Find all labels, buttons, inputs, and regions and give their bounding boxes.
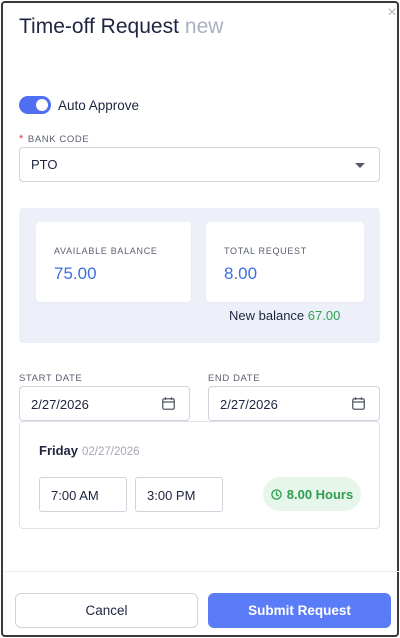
bank-code-value: PTO — [31, 157, 58, 172]
hours-value: 8.00 Hours — [286, 486, 354, 502]
new-balance-value: 67.00 — [307, 308, 341, 323]
dialog-title-text: Time-off Request — [19, 15, 179, 38]
dialog-title: Time-off Request new — [19, 15, 223, 45]
hours-badge: 8.00 Hours — [263, 477, 361, 511]
end-date-value: 2/27/2026 — [220, 397, 278, 412]
end-time-input[interactable]: 3:00 PM — [135, 477, 223, 512]
clock-icon — [271, 488, 282, 500]
total-request-value: 8.00 — [224, 264, 258, 283]
available-balance-card: AVAILABLE BALANCE 75.00 — [36, 222, 191, 302]
auto-approve-row: Auto Approve — [19, 95, 139, 115]
day-name: Friday — [39, 443, 79, 458]
day-title: Friday 02/27/2026 — [39, 443, 140, 458]
submit-request-button[interactable]: Submit Request — [208, 593, 391, 628]
total-request-label: TOTAL REQUEST — [224, 246, 307, 256]
required-marker: * — [19, 133, 24, 145]
available-balance-value: 75.00 — [54, 264, 97, 283]
end-time-value: 3:00 PM — [147, 488, 196, 503]
end-date-label: END DATE — [208, 373, 261, 384]
bank-code-label-text: BANK CODE — [27, 134, 90, 145]
start-date-value: 2/27/2026 — [31, 397, 89, 412]
available-balance-label: AVAILABLE BALANCE — [54, 246, 158, 256]
bank-code-select[interactable]: PTO — [19, 147, 380, 182]
chevron-down-icon — [355, 163, 365, 168]
balance-panel: AVAILABLE BALANCE 75.00 TOTAL REQUEST 8.… — [19, 208, 380, 343]
total-request-card: TOTAL REQUEST 8.00 — [206, 222, 364, 302]
toggle-knob — [36, 99, 48, 111]
time-off-dialog: × Time-off Request new Auto Approve * BANK… — [1, 1, 399, 637]
start-time-input[interactable]: 7:00 AM — [39, 477, 127, 512]
bank-code-label: * BANK CODE — [19, 133, 89, 145]
new-balance: New balance 67.00 — [229, 308, 340, 323]
start-date-label: START DATE — [19, 373, 83, 384]
day-date: 02/27/2026 — [82, 446, 140, 458]
day-entry-card: Friday 02/27/2026 7:00 AM 3:00 PM 8.00 Ho… — [19, 421, 380, 529]
footer-divider — [5, 571, 399, 572]
start-time-value: 7:00 AM — [51, 488, 99, 503]
close-icon[interactable]: × — [385, 5, 399, 21]
auto-approve-label: Auto Approve — [58, 97, 140, 113]
calendar-icon[interactable] — [162, 397, 175, 410]
calendar-icon[interactable] — [352, 397, 365, 410]
dialog-title-status: new — [184, 15, 224, 38]
start-date-input[interactable]: 2/27/2026 — [19, 386, 190, 421]
new-balance-label: New balance — [229, 308, 305, 323]
auto-approve-toggle[interactable] — [19, 96, 51, 114]
cancel-button[interactable]: Cancel — [15, 593, 198, 628]
end-date-input[interactable]: 2/27/2026 — [208, 386, 380, 421]
